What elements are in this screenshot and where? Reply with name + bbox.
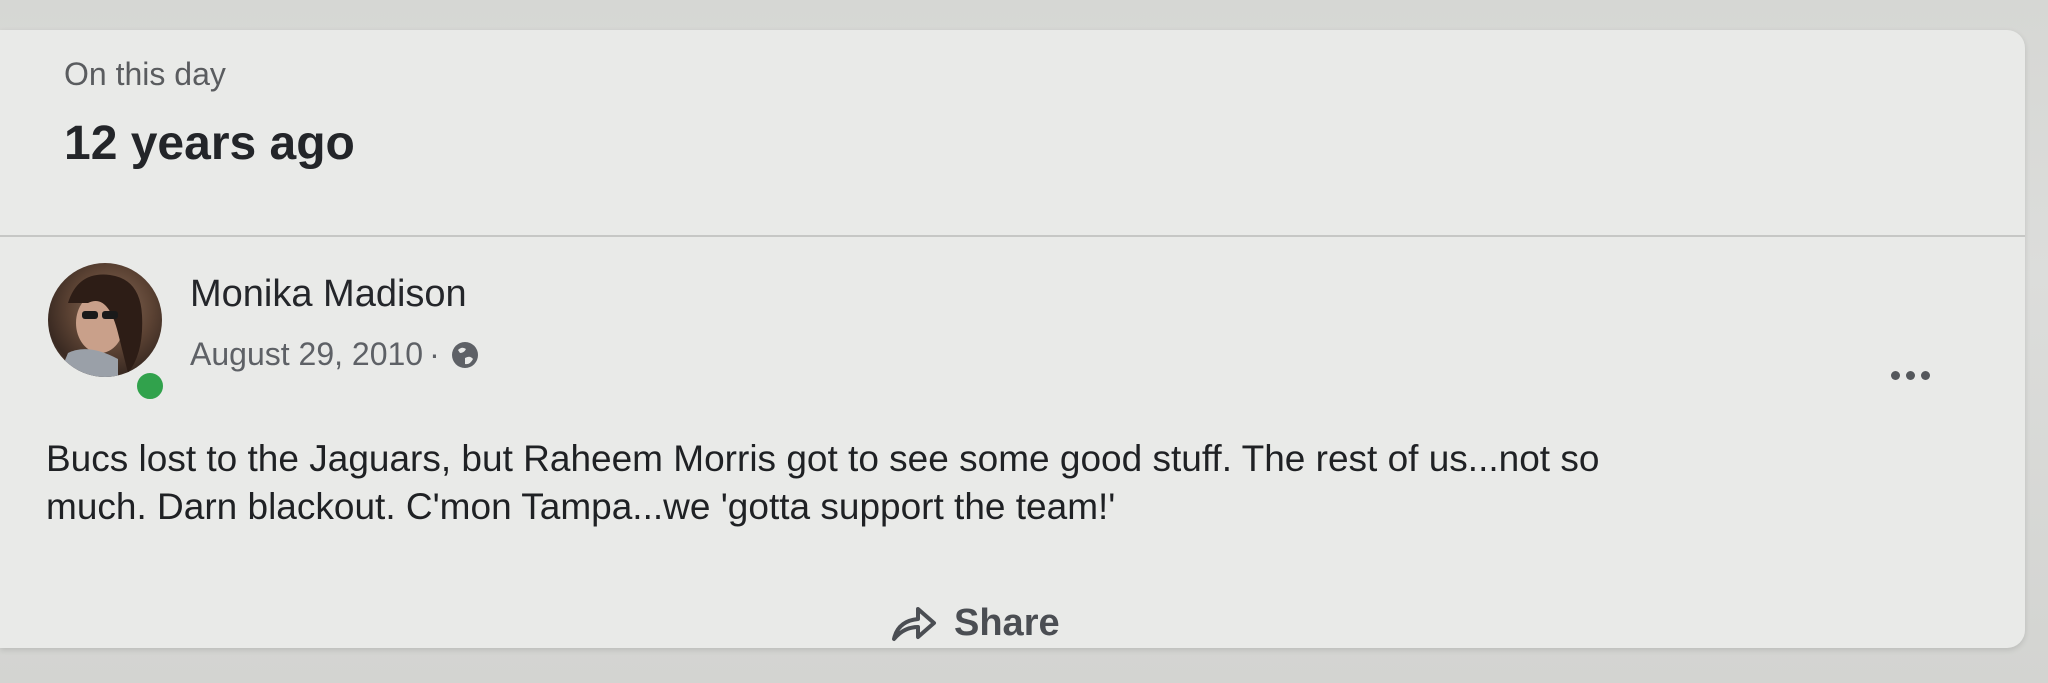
meta-separator: ·	[429, 336, 440, 372]
share-button[interactable]: Share	[890, 593, 1060, 653]
post-text: Bucs lost to the Jaguars, but Raheem Mor…	[46, 435, 1966, 531]
post-date[interactable]: August 29, 2010	[190, 336, 423, 373]
post-text-line: Bucs lost to the Jaguars, but Raheem Mor…	[46, 438, 1600, 479]
online-status-indicator	[132, 368, 168, 404]
screen: On this day 12 years ago Monika Madison …	[0, 0, 2048, 683]
header-divider	[0, 235, 2025, 237]
memory-title: 12 years ago	[64, 117, 355, 170]
more-options-icon	[1890, 370, 1900, 380]
avatar-photo	[58, 274, 143, 377]
globe-icon	[450, 340, 480, 370]
avatar[interactable]	[48, 263, 162, 377]
memory-header: On this day 12 years ago	[0, 30, 2025, 230]
share-icon	[890, 603, 938, 643]
post-meta: August 29, 2010 ·	[190, 336, 480, 373]
memory-card: On this day 12 years ago Monika Madison …	[0, 30, 2025, 648]
more-options-dot	[1920, 370, 1930, 380]
share-label: Share	[954, 601, 1060, 644]
author-name[interactable]: Monika Madison	[190, 273, 467, 316]
post-text-line: much. Darn blackout. C'mon Tampa...we 'g…	[46, 486, 1116, 527]
more-options-button[interactable]	[1880, 360, 1940, 390]
more-options-dot	[1905, 370, 1915, 380]
memory-caption: On this day	[64, 56, 226, 92]
